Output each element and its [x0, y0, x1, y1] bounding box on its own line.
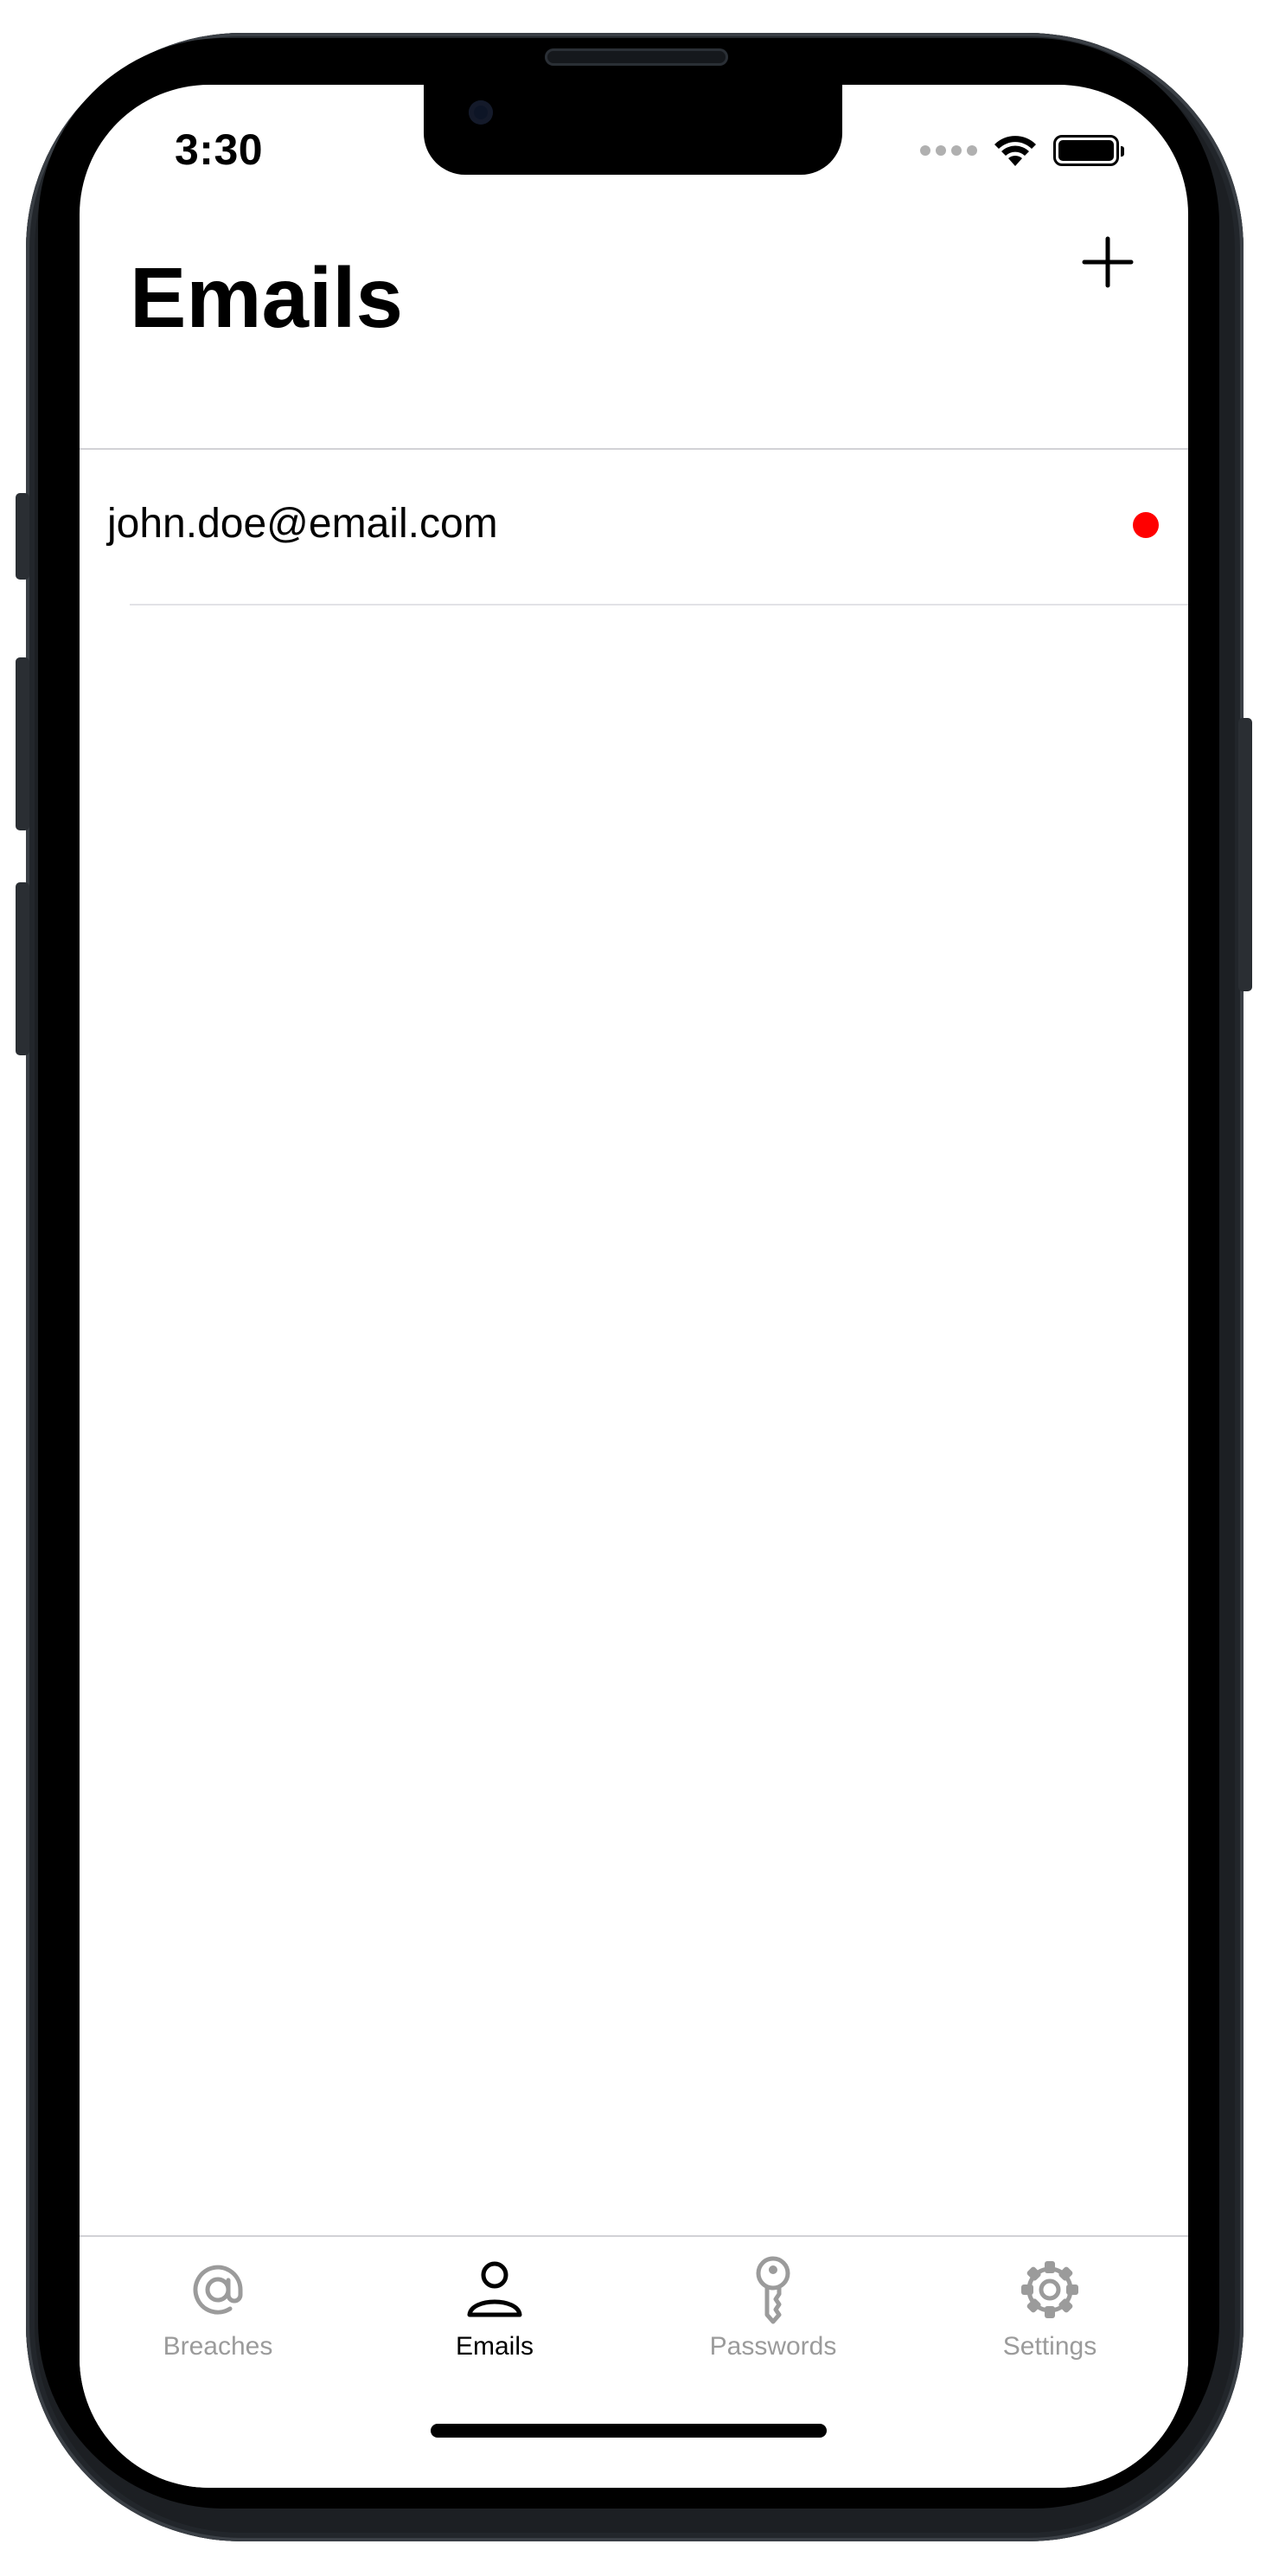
tab-settings[interactable]: Settings	[911, 2237, 1188, 2410]
add-email-button[interactable]	[1077, 232, 1138, 292]
tab-breaches[interactable]: Breaches	[80, 2237, 356, 2410]
front-camera	[469, 100, 493, 125]
tab-label: Settings	[1002, 2332, 1097, 2361]
signal-dots-icon	[920, 145, 977, 156]
gear-icon	[1021, 2261, 1078, 2318]
status-icons	[920, 133, 1124, 168]
tab-bar: Breaches Emails Passwords Settings	[80, 2235, 1188, 2488]
mute-switch	[16, 493, 29, 580]
battery-icon	[1053, 135, 1124, 166]
plus-icon	[1082, 236, 1134, 288]
list-item[interactable]: john.doe@email.com	[80, 450, 1188, 606]
status-time: 3:30	[175, 125, 264, 174]
volume-up-button	[16, 657, 29, 830]
tab-label: Emails	[455, 2332, 534, 2361]
tab-emails[interactable]: Emails	[356, 2237, 633, 2410]
screen: 3:30 Emails john.doe@email.com Breaches …	[80, 85, 1188, 2488]
battery-level	[1058, 140, 1114, 161]
row-separator	[130, 604, 1188, 606]
key-icon	[756, 2256, 790, 2324]
tab-label: Passwords	[709, 2332, 837, 2361]
breach-status-dot	[1133, 512, 1159, 538]
wifi-icon	[994, 136, 1036, 166]
home-indicator[interactable]	[431, 2424, 827, 2438]
notch	[424, 85, 842, 175]
earpiece-speaker	[545, 48, 728, 66]
volume-down-button	[16, 882, 29, 1055]
power-button	[1238, 718, 1252, 991]
tab-passwords[interactable]: Passwords	[635, 2237, 911, 2410]
person-icon	[467, 2261, 522, 2317]
page-title: Emails	[130, 250, 403, 345]
email-address: john.doe@email.com	[107, 501, 498, 547]
at-sign-icon	[193, 2265, 243, 2315]
tab-label: Breaches	[163, 2332, 273, 2361]
